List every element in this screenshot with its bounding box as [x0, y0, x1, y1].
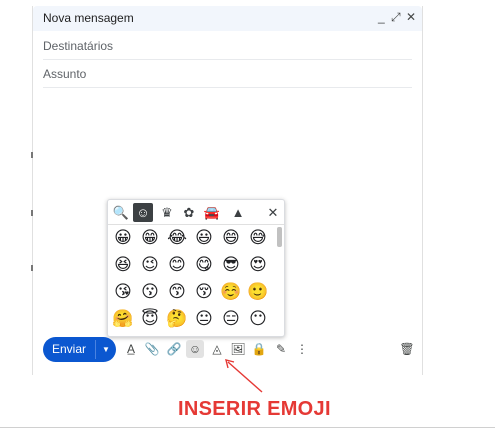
- annotation-caption: INSERIR EMOJI: [178, 398, 331, 420]
- bottom-divider: [0, 427, 495, 428]
- annotation-arrow: [225, 359, 263, 393]
